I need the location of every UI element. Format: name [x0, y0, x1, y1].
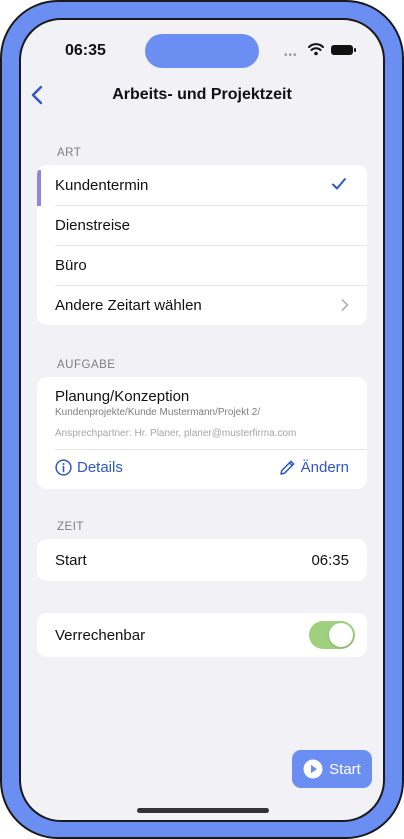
checkmark-icon [332, 178, 346, 190]
start-button-label: Start [329, 760, 361, 778]
edit-button[interactable]: Ändern [279, 459, 349, 476]
section-label-zeit: ZEIT [57, 521, 84, 533]
list-item-andere-zeitart[interactable]: Andere Zeitart wählen [37, 285, 367, 325]
chevron-right-icon [341, 299, 349, 311]
billing-label: Verrechenbar [55, 626, 146, 644]
start-time-row[interactable]: Start 06:35 [37, 539, 367, 581]
list-item-dienstreise[interactable]: Dienstreise [37, 205, 367, 245]
billing-card: Verrechenbar [37, 613, 367, 657]
edit-label: Ändern [300, 459, 349, 476]
selection-indicator [37, 170, 41, 206]
wifi-icon [308, 43, 324, 56]
start-button[interactable]: Start [292, 750, 372, 788]
dynamic-island [145, 34, 259, 68]
list-item-buero[interactable]: Büro [37, 245, 367, 285]
task-title: Planung/Konzeption [55, 388, 190, 405]
list-item-kundentermin[interactable]: Kundentermin [37, 165, 367, 206]
divider [55, 449, 367, 450]
info-icon [55, 459, 72, 476]
billing-toggle[interactable] [309, 621, 355, 649]
list-item-label: Dienstreise [55, 216, 131, 234]
billing-row: Verrechenbar [37, 613, 367, 657]
aufgabe-card: Planung/Konzeption Kundenprojekte/Kunde … [37, 377, 367, 489]
signal-icon: ••• [284, 50, 298, 61]
toggle-knob [329, 623, 353, 647]
details-label: Details [77, 459, 123, 476]
battery-icon [331, 45, 356, 55]
start-time-value: 06:35 [311, 551, 349, 569]
art-card: Kundentermin Dienstreise Büro Andere Zei… [37, 165, 367, 325]
task-path: Kundenprojekte/Kunde Mustermann/Projekt … [55, 407, 261, 418]
start-label: Start [55, 551, 87, 569]
status-time: 06:35 [65, 42, 106, 59]
task-contact: Ansprechpartner: Hr. Planer, planer@must… [55, 428, 297, 439]
play-circle-icon [303, 759, 323, 779]
phone-screen: 06:35 ••• Arbeits- und Projektzeit ART K… [19, 18, 385, 822]
zeit-card[interactable]: Start 06:35 [37, 539, 367, 581]
section-label-art: ART [57, 147, 82, 159]
list-item-label: Büro [55, 256, 87, 274]
list-item-label: Andere Zeitart wählen [55, 296, 202, 314]
pencil-icon [279, 460, 295, 475]
home-indicator [137, 808, 269, 813]
page-title: Arbeits- und Projektzeit [112, 86, 292, 103]
details-button[interactable]: Details [55, 459, 123, 476]
list-item-label: Kundentermin [55, 176, 149, 194]
section-label-aufgabe: AUFGABE [57, 359, 116, 371]
